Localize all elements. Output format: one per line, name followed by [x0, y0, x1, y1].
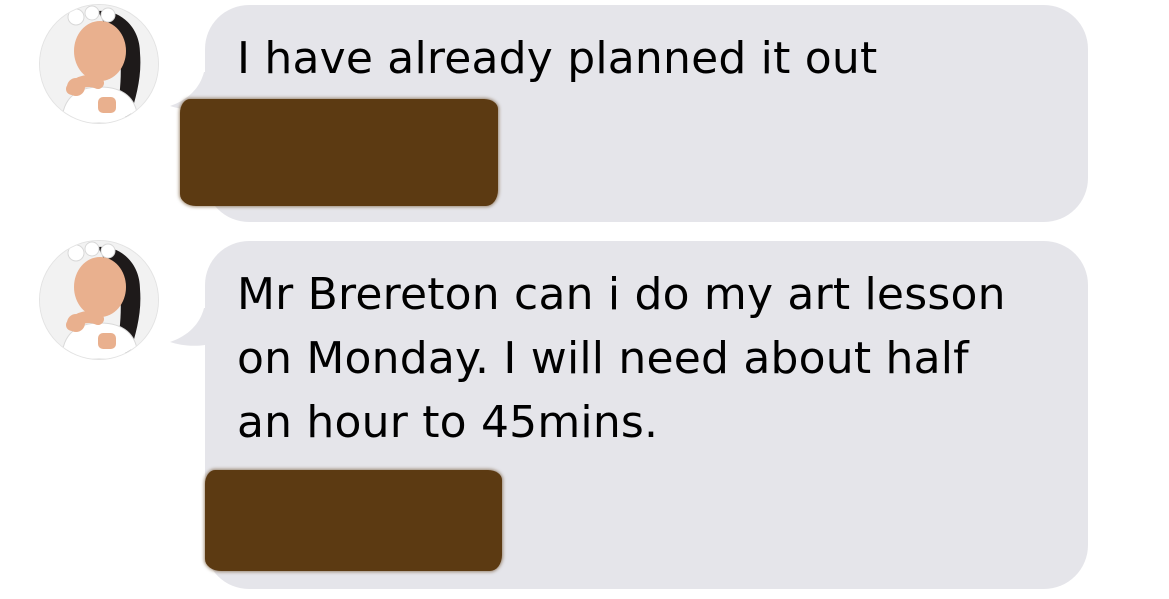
redaction-mark — [180, 99, 498, 206]
redaction-mark — [205, 470, 502, 571]
avatar-icon — [40, 241, 158, 359]
avatar-icon — [40, 5, 158, 123]
message-text: Mr Brereton can i do my art lesson on Mo… — [237, 269, 1006, 448]
message-bubble[interactable]: I have already planned it out — [180, 5, 1088, 222]
message-bubble[interactable]: Mr Brereton can i do my art lesson on Mo… — [205, 241, 1088, 589]
sender-avatar[interactable] — [40, 5, 158, 123]
message-text: I have already planned it out — [237, 33, 878, 84]
sender-avatar[interactable] — [40, 241, 158, 359]
